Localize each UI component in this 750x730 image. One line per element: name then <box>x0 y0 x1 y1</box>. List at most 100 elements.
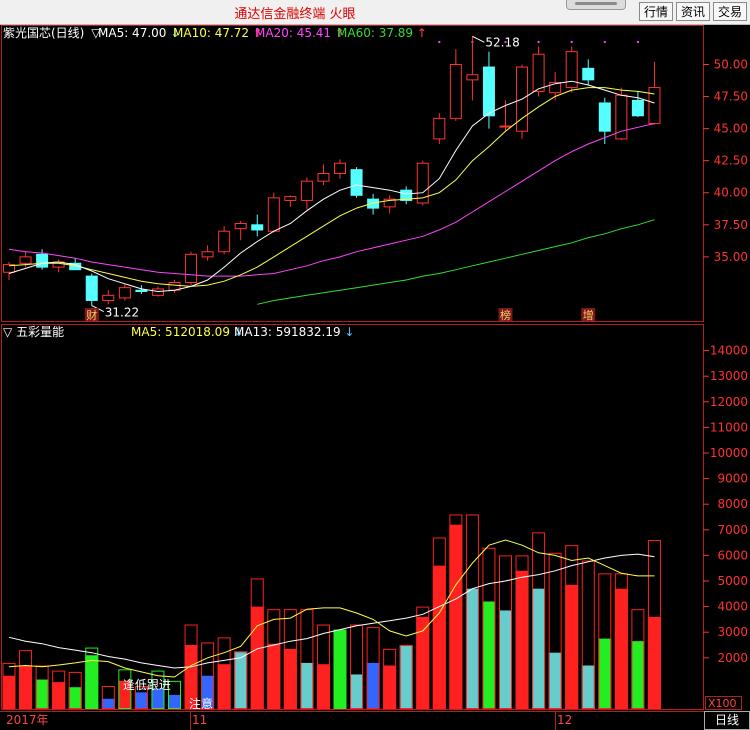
candle-down <box>482 66 495 117</box>
volume-bar-fill <box>499 610 512 709</box>
candle-up <box>433 117 446 140</box>
volume-chart[interactable]: 2000 3000 4000 5000 6000 7000 8000 9000 10000 110… <box>2 344 749 711</box>
volume-tick-label: 4000 <box>717 600 748 614</box>
top-dot-mark <box>438 41 441 43</box>
volume-bar-fill <box>68 687 82 709</box>
volume-bar-fill <box>366 662 380 709</box>
volume-bar-fill <box>2 675 16 709</box>
candle-up <box>185 253 198 284</box>
event-mark-label: 榜 <box>500 308 511 322</box>
svg-text:MA10: 47.72 ↑: MA10: 47.72 ↑ <box>173 26 263 40</box>
volume-tick-label: 7000 <box>717 523 748 537</box>
time-label-year: 2017年 <box>6 713 49 727</box>
ma5-line <box>8 80 655 293</box>
price-tick-label: 45.00 <box>714 122 748 136</box>
top-dot-mark <box>603 41 606 43</box>
volume-tick-label: 3000 <box>717 625 748 639</box>
signal-annotation: 注意 <box>189 696 213 711</box>
volume-tick-label: 9000 <box>717 472 748 486</box>
volume-bar-fill <box>598 638 612 709</box>
price-tick-label: 35.00 <box>714 250 748 264</box>
vol-ma13-line <box>8 553 655 669</box>
high-label: 52.18 <box>485 35 519 49</box>
volume-tick-label: 10000 <box>710 446 748 460</box>
ma60-arrow-icon: ↑ <box>417 26 427 40</box>
candle-down <box>582 67 595 81</box>
event-mark-label: 财 <box>86 308 97 322</box>
volume-bar-fill <box>35 679 49 709</box>
volume-bar-fill <box>449 524 463 709</box>
svg-text:MA13: 591832.19 ↓: MA13: 591832.19 ↓ <box>234 325 354 339</box>
candle-down <box>631 99 644 117</box>
volume-title: 五彩量能 <box>16 325 64 339</box>
svg-text:紫光国芯(日线) ▽: 紫光国芯(日线) ▽ <box>3 26 101 40</box>
candle-up <box>102 294 115 301</box>
volume-indicator-menu-icon[interactable]: ▽ <box>3 325 13 339</box>
volume-bar-fill <box>631 641 645 709</box>
svg-text:MA60: 37.89 ↑: MA60: 37.89 ↑ <box>337 26 427 40</box>
volume-bar-fill <box>217 664 231 709</box>
ma60-legend: MA60: 37.89 <box>337 26 413 40</box>
svg-text:MA5: 512018.09 ↓: MA5: 512018.09 ↓ <box>131 325 244 339</box>
time-label-nov: 11 <box>192 713 207 727</box>
candle-up <box>466 74 479 81</box>
volume-bar-fill <box>168 694 181 709</box>
volume-bar-fill <box>250 606 264 709</box>
volume-unit-label: X100 <box>708 697 737 710</box>
ma10-line <box>8 87 655 287</box>
candle-up <box>234 223 247 230</box>
candle-down <box>135 289 148 292</box>
candle-down <box>367 198 380 209</box>
volume-bar-fill <box>333 629 347 709</box>
volume-bar-fill <box>52 682 66 709</box>
high-pointer <box>472 35 485 43</box>
candle-up <box>499 125 512 128</box>
volume-bar-fill <box>581 665 595 709</box>
candle-up <box>151 288 164 296</box>
volume-tick-label: 11000 <box>710 420 748 434</box>
volume-bar-fill <box>548 652 562 709</box>
volume-tick-label: 5000 <box>717 574 748 588</box>
candle-down <box>350 169 363 196</box>
candle-down <box>85 275 98 301</box>
ma10-legend: MA10: 47.72 <box>173 26 249 40</box>
volume-bar-fill <box>85 655 99 709</box>
vol-ma13-legend: MA13: 591832.19 <box>234 325 341 339</box>
svg-text:MA20: 45.41 ↑: MA20: 45.41 ↑ <box>255 26 345 40</box>
chart-area[interactable]: 紫光国芯(日线) ▽ MA5: 47.00 ↓ MA10: 47.72 ↑ MA… <box>0 0 750 730</box>
volume-bar-fill <box>532 588 546 709</box>
volume-bar-fill <box>432 565 446 709</box>
candle-up <box>267 197 280 232</box>
volume-bar-fill <box>283 648 297 709</box>
candle-up <box>201 251 214 258</box>
volume-bar-fill <box>383 665 397 709</box>
candle-up <box>218 230 231 253</box>
candle-up <box>334 162 346 175</box>
top-dot-mark <box>636 41 639 43</box>
volume-bar-fill <box>350 674 364 709</box>
top-dot-mark <box>570 41 573 43</box>
candle-down <box>36 253 49 268</box>
ma5-legend: MA5: 47.00 <box>98 26 166 40</box>
low-label: 31.22 <box>105 306 139 320</box>
ma20-line <box>8 123 655 277</box>
volume-bar-fill <box>647 616 661 709</box>
svg-text:▽ 五彩量能: ▽ 五彩量能 <box>3 325 64 339</box>
volume-tick-label: 12000 <box>710 395 748 409</box>
volume-bar-fill <box>565 584 579 709</box>
volume-tick-label: 8000 <box>717 497 748 511</box>
candle-up <box>317 173 330 182</box>
candle-up <box>19 256 32 264</box>
time-label-dec: 12 <box>557 713 572 727</box>
volume-tick-label: 2000 <box>717 651 748 665</box>
candle-up <box>532 53 545 92</box>
price-chart[interactable]: 35.00 37.50 40.00 42.50 45.00 47.50 50.00 52.18… <box>3 35 749 322</box>
price-tick-label: 50.00 <box>714 57 748 71</box>
volume-bar-fill <box>465 588 479 709</box>
volume-tick-label: 13000 <box>710 369 748 383</box>
candle-up <box>449 63 462 119</box>
daily-period-tab[interactable]: 日线 <box>704 711 750 730</box>
top-dot-mark <box>537 41 540 43</box>
volume-bar-fill <box>482 601 496 709</box>
volume-bar-fill <box>134 692 148 709</box>
